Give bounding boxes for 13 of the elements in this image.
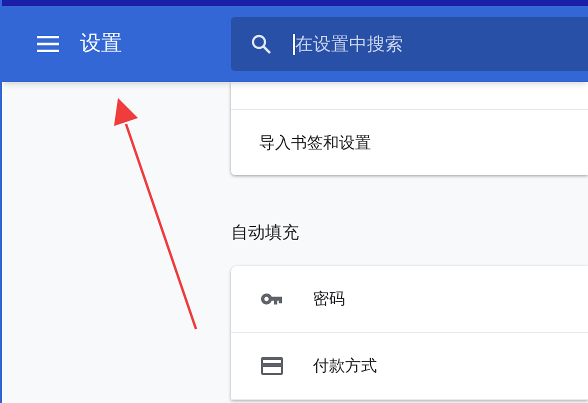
page-title: 设置 <box>80 30 123 58</box>
row-label: 付款方式 <box>313 355 377 377</box>
credit-card-icon <box>261 357 283 375</box>
text-cursor <box>293 34 295 55</box>
menu-icon[interactable] <box>37 36 59 52</box>
settings-row[interactable]: 导入书签和设置 <box>231 110 588 175</box>
key-icon <box>261 293 283 305</box>
settings-row[interactable]: 密码 <box>231 266 588 333</box>
search-icon <box>251 34 271 54</box>
row-label: 密码 <box>313 288 345 310</box>
section-title: 自动填充 <box>231 222 300 246</box>
search-field[interactable]: 在设置中搜索 <box>231 17 588 71</box>
settings-row[interactable]: 付款方式 <box>231 333 588 400</box>
